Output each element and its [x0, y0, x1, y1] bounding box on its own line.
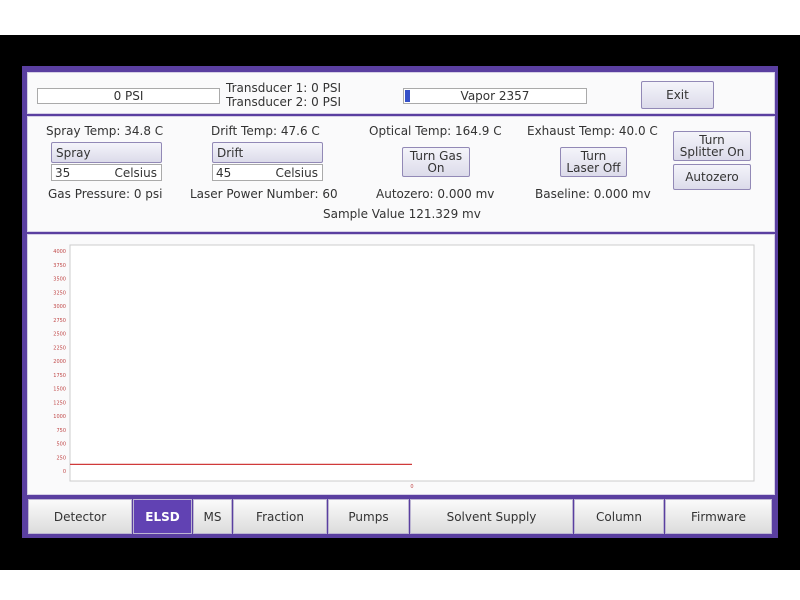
- y-tick-label: 2500: [53, 332, 66, 338]
- controls-panel: Spray Temp: 34.8 C Drift Temp: 47.6 C Op…: [27, 116, 775, 232]
- tab-detector[interactable]: Detector: [28, 499, 132, 534]
- chart-panel: 4000 3750 3500 3250 3000 2750 2500 2250 2000 1750…: [27, 234, 775, 495]
- turn-laser-line2: Laser Off: [566, 161, 621, 175]
- drift-button[interactable]: Drift: [212, 142, 323, 163]
- transducer-1-readout: Transducer 1: 0 PSI: [226, 81, 341, 95]
- turn-gas-line2: On: [427, 161, 445, 175]
- pressure-display: 0 PSI: [37, 88, 220, 104]
- exhaust-temp-readout: Exhaust Temp: 40.0 C: [527, 124, 658, 138]
- turn-gas-on-button[interactable]: Turn Gas On: [402, 147, 470, 177]
- y-tick-label: 2250: [53, 345, 66, 351]
- plot-area: [69, 244, 755, 482]
- y-tick-label: 3000: [53, 304, 66, 310]
- header-panel: 0 PSI Transducer 1: 0 PSI Transducer 2: …: [27, 72, 775, 114]
- y-tick-label: 1000: [53, 414, 66, 420]
- spray-setpoint-value: 35: [55, 166, 71, 180]
- tab-fraction[interactable]: Fraction: [233, 499, 327, 534]
- y-tick-label: 1750: [53, 373, 66, 379]
- tab-firmware[interactable]: Firmware: [665, 499, 772, 534]
- y-tick-label: 1250: [53, 400, 66, 406]
- optical-temp-readout: Optical Temp: 164.9 C: [369, 124, 502, 138]
- y-tick-label: 0: [63, 469, 66, 475]
- y-tick-label: 4000: [53, 249, 66, 255]
- autozero-readout: Autozero: 0.000 mv: [376, 187, 495, 201]
- y-tick-label: 3750: [53, 263, 66, 269]
- sample-value-readout: Sample Value 121.329 mv: [323, 207, 481, 221]
- transducer-2-readout: Transducer 2: 0 PSI: [226, 95, 341, 109]
- tab-elsd[interactable]: ELSD: [133, 499, 192, 534]
- y-tick-label: 750: [56, 428, 66, 434]
- spray-temp-readout: Spray Temp: 34.8 C: [46, 124, 164, 138]
- y-tick-label: 2750: [53, 318, 66, 324]
- baseline-readout: Baseline: 0.000 mv: [535, 187, 651, 201]
- y-tick-label: 3500: [53, 277, 66, 283]
- tab-pumps[interactable]: Pumps: [328, 499, 409, 534]
- exit-button[interactable]: Exit: [641, 81, 714, 109]
- drift-setpoint-field[interactable]: 45 Celsius: [212, 164, 323, 181]
- spray-setpoint-field[interactable]: 35 Celsius: [51, 164, 162, 181]
- vapor-label: Vapor 2357: [460, 89, 530, 103]
- y-tick-label: 1500: [53, 387, 66, 393]
- vapor-progress-bar: Vapor 2357: [403, 88, 587, 104]
- tab-ms[interactable]: MS: [193, 499, 232, 534]
- tab-solvent-supply[interactable]: Solvent Supply: [410, 499, 573, 534]
- spray-unit-label: Celsius: [114, 166, 157, 180]
- turn-splitter-on-button[interactable]: Turn Splitter On: [673, 131, 751, 161]
- detector-chart: 4000375035003250300027502500225020001750…: [53, 244, 755, 490]
- gas-pressure-readout: Gas Pressure: 0 psi: [48, 187, 163, 201]
- y-tick-label: 250: [56, 455, 66, 461]
- y-tick-label: 3250: [53, 290, 66, 296]
- drift-unit-label: Celsius: [275, 166, 318, 180]
- turn-splitter-line2: Splitter On: [679, 145, 745, 159]
- autozero-button[interactable]: Autozero: [673, 164, 751, 190]
- y-tick-label: 2000: [53, 359, 66, 365]
- tab-column[interactable]: Column: [574, 499, 664, 534]
- drift-setpoint-value: 45: [216, 166, 232, 180]
- spray-button[interactable]: Spray: [51, 142, 162, 163]
- y-tick-label: 500: [56, 442, 66, 448]
- laser-power-readout: Laser Power Number: 60: [190, 187, 338, 201]
- x-tick-label: 0: [410, 484, 413, 490]
- drift-temp-readout: Drift Temp: 47.6 C: [211, 124, 320, 138]
- turn-laser-off-button[interactable]: Turn Laser Off: [560, 147, 627, 177]
